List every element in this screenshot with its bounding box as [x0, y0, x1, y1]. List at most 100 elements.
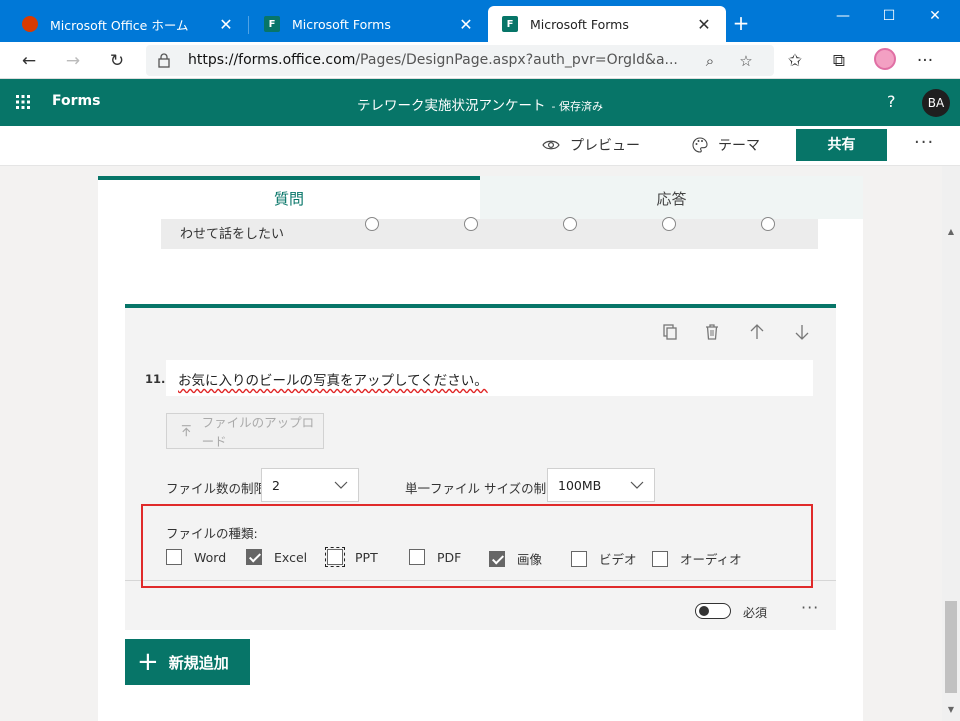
office-icon	[22, 16, 38, 32]
file-count-value: 2	[272, 478, 280, 493]
user-avatar[interactable]: BA	[922, 89, 950, 117]
file-type-audio[interactable]: オーディオ	[652, 549, 742, 568]
likert-radio[interactable]	[662, 217, 676, 231]
checkbox-label: Excel	[274, 549, 308, 565]
checkbox[interactable]	[571, 550, 587, 567]
browser-tab-office-home[interactable]: Microsoft Office ホーム ✕	[8, 6, 248, 42]
question-more-icon[interactable]: ···	[801, 598, 819, 617]
collections-icon[interactable]: ⧉	[826, 48, 852, 74]
url-domain: https://forms.office.com	[188, 52, 356, 68]
theme-label: テーマ	[718, 138, 760, 154]
tab-questions[interactable]: 質問	[98, 176, 480, 219]
likert-radio[interactable]	[365, 217, 379, 231]
move-down-icon[interactable]	[792, 322, 812, 342]
file-size-value: 100MB	[558, 478, 602, 493]
previous-question-text: わせて話をしたい	[180, 227, 285, 242]
file-count-select[interactable]: 2	[261, 468, 359, 502]
checkbox-label: 画像	[517, 552, 543, 567]
file-type-video[interactable]: ビデオ	[571, 549, 637, 568]
lock-icon	[158, 53, 170, 68]
eye-icon	[542, 140, 560, 150]
add-new-label: 新規追加	[168, 653, 229, 672]
file-size-select[interactable]: 100MB	[547, 468, 655, 502]
minimize-icon[interactable]: —	[820, 6, 866, 26]
required-toggle[interactable]	[695, 603, 731, 619]
checkbox-label: ビデオ	[599, 552, 637, 567]
question-number: 11.	[145, 372, 166, 386]
checkbox-label: PDF	[437, 549, 462, 565]
chevron-down-icon	[630, 481, 644, 489]
new-tab-button[interactable]: +	[730, 12, 752, 34]
help-icon[interactable]: ?	[887, 92, 896, 111]
file-size-label: 単一ファイル サイズの制限:	[405, 481, 563, 496]
form-title: テレワーク実施状況アンケート - 保存済み	[0, 94, 960, 114]
vertical-scrollbar[interactable]: ▲ ▼	[942, 166, 960, 721]
delete-icon[interactable]	[702, 322, 722, 342]
preview-button[interactable]: プレビュー	[542, 135, 640, 155]
profile-avatar[interactable]	[874, 48, 896, 70]
question-title-input[interactable]: お気に入りのビールの写真をアップしてください。	[166, 360, 813, 396]
favorite-star-icon[interactable]: ☆	[734, 49, 758, 73]
browser-tab-forms-active[interactable]: F Microsoft Forms ✕	[488, 6, 726, 42]
checkbox[interactable]	[166, 549, 182, 565]
saved-status: - 保存済み	[551, 100, 603, 113]
close-icon[interactable]: ✕	[456, 15, 476, 34]
upload-arrow-icon	[181, 425, 191, 437]
checkbox-checked[interactable]	[489, 550, 505, 567]
window-close-icon[interactable]: ✕	[912, 6, 958, 26]
scroll-up-icon[interactable]: ▲	[942, 224, 960, 240]
form-title-text[interactable]: テレワーク実施状況アンケート	[357, 98, 545, 114]
tab-responses[interactable]: 応答	[480, 176, 863, 219]
checkbox[interactable]	[652, 550, 668, 567]
question-response-tabs: 質問 応答	[98, 176, 863, 219]
forward-arrow-icon[interactable]: →	[60, 48, 86, 74]
form-design-area: 質問 応答 わせて話をしたい 11. お気に入りのビールの写真をアップしてくださ…	[0, 166, 942, 721]
required-label: 必須	[743, 606, 768, 620]
browser-nav-bar: ← → ↻ https://forms.office.com/Pages/Des…	[0, 42, 960, 79]
likert-radio[interactable]	[761, 217, 775, 231]
file-type-pdf[interactable]: PDF	[409, 549, 461, 565]
file-type-image[interactable]: 画像	[489, 549, 542, 568]
file-type-ppt[interactable]: PPT	[325, 547, 378, 567]
settings-more-icon[interactable]: ···	[912, 48, 938, 74]
tab-title: Microsoft Office ホーム	[50, 17, 189, 33]
back-arrow-icon[interactable]: ←	[16, 48, 42, 74]
refresh-icon[interactable]: ↻	[104, 48, 130, 74]
add-new-button[interactable]: + 新規追加	[125, 639, 250, 685]
question-title-text: お気に入りのビールの写真をアップしてください。	[178, 373, 488, 389]
file-type-excel[interactable]: Excel	[246, 549, 307, 565]
more-options-icon[interactable]: ···	[914, 132, 934, 153]
checkbox-focused[interactable]	[325, 547, 345, 567]
file-type-word[interactable]: Word	[166, 549, 226, 565]
tab-title: Microsoft Forms	[292, 16, 391, 32]
checkbox-checked[interactable]	[246, 549, 262, 565]
checkbox-label: オーディオ	[680, 552, 742, 567]
file-types-label: ファイルの種類:	[166, 526, 258, 541]
maximize-icon[interactable]: ☐	[866, 6, 912, 26]
plus-icon: +	[137, 647, 159, 677]
previous-question-row: わせて話をしたい	[161, 217, 818, 249]
address-bar[interactable]: https://forms.office.com/Pages/DesignPag…	[146, 45, 774, 76]
question-editor-card: 11. お気に入りのビールの写真をアップしてください。 ファイルのアップロード …	[125, 304, 836, 630]
likert-radio[interactable]	[464, 217, 478, 231]
file-upload-button: ファイルのアップロード	[166, 413, 324, 449]
theme-button[interactable]: テーマ	[692, 135, 760, 155]
likert-radio[interactable]	[563, 217, 577, 231]
zoom-icon[interactable]: ⌕	[698, 49, 722, 73]
share-button[interactable]: 共有	[796, 129, 887, 161]
scroll-thumb[interactable]	[945, 601, 957, 693]
move-up-icon[interactable]	[747, 322, 767, 342]
tab-title: Microsoft Forms	[530, 16, 629, 32]
checkbox[interactable]	[409, 549, 425, 565]
copy-icon[interactable]	[659, 322, 679, 342]
favorites-list-icon[interactable]: ✩	[782, 48, 808, 74]
close-icon[interactable]: ✕	[694, 15, 714, 34]
question-divider	[125, 580, 836, 581]
file-count-label: ファイル数の制限:	[166, 481, 271, 496]
forms-icon: F	[264, 16, 280, 32]
preview-label: プレビュー	[570, 138, 640, 154]
close-icon[interactable]: ✕	[216, 15, 236, 34]
scroll-down-icon[interactable]: ▼	[942, 702, 960, 718]
forms-icon: F	[502, 16, 518, 32]
browser-tab-forms[interactable]: F Microsoft Forms ✕	[250, 6, 488, 42]
